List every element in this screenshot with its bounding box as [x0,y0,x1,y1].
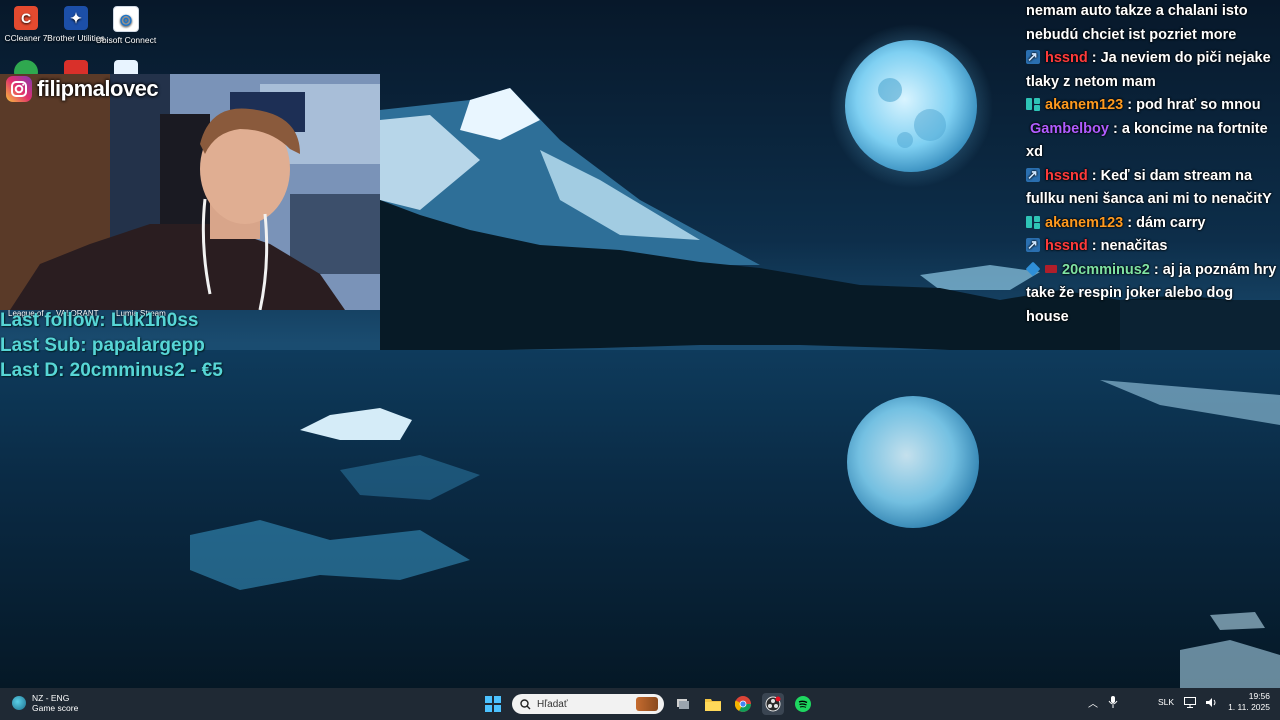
clock-date: 1. 11. 2025 [1228,702,1270,712]
chat-message: nemam auto takze a chalani isto nebudú c… [1024,0,1280,47]
chat-message: Gambelboy : a koncime na fortnite xd [1026,120,1268,161]
chat-message: hssnd : Ja neviem do piči nejake tlaky z… [1024,45,1280,94]
widget-icon [12,696,26,710]
prime-badge-icon [1026,163,1040,186]
clock[interactable]: 19:56 1. 11. 2025 [1228,691,1270,713]
gamepad-badge-icon [1026,97,1040,111]
widget-subtitle: Game score [32,703,79,713]
chat-message-text: nenačitas [1100,238,1168,254]
spotify-icon [795,696,811,712]
last-donation-label: Last D: 20cmminus2 - €5 [0,360,223,381]
chat-username: hssnd [1045,50,1088,66]
network-icon[interactable] [1184,696,1197,708]
widget-title: NZ - ENG [32,693,70,703]
chat-overlay: nemam auto takze a chalani isto nebudú c… [1024,0,1280,329]
volume-icon[interactable] [1206,697,1218,708]
spotify-button[interactable] [792,693,814,715]
chat-message: akanem123 : dám carry [1024,212,1280,236]
prime-badge-icon [1026,233,1040,257]
chat-message-text: nemam auto takze a chalani isto nebudú c… [1026,3,1248,43]
chat-username: Gambelboy [1030,120,1109,137]
task-view-button[interactable] [672,693,694,715]
chat-username: akanem123 [1045,97,1124,113]
chat-message: hssnd : nenačitas [1024,233,1280,259]
brother-utilities-icon: ✦ [64,6,88,30]
ubisoft-connect-icon: ◎ [113,6,139,32]
chat-username: 20cmminus2 [1062,261,1150,278]
obs-button[interactable] [762,693,784,715]
instagram-overlay: filipmalovec [6,76,159,102]
search-icon [520,698,531,709]
chat-message: 20cmminus2 : aj ja poznám hry take že re… [1025,261,1277,325]
chevron-up-icon[interactable]: ︿ [1088,695,1098,710]
chat-message-text: dám carry [1136,214,1206,231]
ccleaner-icon: C [14,6,38,30]
instagram-icon [6,76,32,102]
ribbon-badge-icon [1045,264,1057,273]
microphone-icon[interactable] [1108,696,1118,708]
widgets-button[interactable]: NZ - ENG Game score [12,693,78,713]
task-view-icon [677,699,689,709]
taskbar: NZ - ENG Game score Hľadať ︿ SLK 19:56 1… [0,688,1280,720]
gamepad-badge-icon [1026,215,1040,229]
chat-message: hssnd : Keď si dam stream na fullku neni… [1024,163,1280,212]
start-button[interactable] [482,693,504,715]
chat-message-text: pod hrať so mnou [1136,97,1261,113]
instagram-handle: filipmalovec [37,76,159,101]
last-follow-label: Last follow: Luk1n0ss [0,310,199,331]
chrome-icon [735,696,751,712]
last-sub-label: Last Sub: papalargepp [0,335,205,356]
stream-stats-overlay: Last follow: Luk1n0ss Last Sub: papalarg… [0,308,223,383]
chat-username: hssnd [1045,167,1088,184]
language-indicator[interactable]: SLK [1158,697,1174,707]
file-explorer-button[interactable] [702,693,724,715]
chrome-button[interactable] [732,693,754,715]
desktop-icon-ubisoft-connect[interactable]: ◎ Ubisoft Connect [94,6,158,45]
prime-badge-icon [1026,45,1040,69]
webcam-feed [0,74,380,310]
chat-username: akanem123 [1045,214,1124,231]
clock-time: 19:56 [1248,691,1270,701]
chat-username: hssnd [1045,238,1088,254]
search-placeholder: Hľadať [537,698,568,710]
search-highlight-icon [636,697,658,711]
cube-badge-icon [1025,261,1041,276]
system-tray: ︿ SLK 19:56 1. 11. 2025 [1088,691,1270,713]
obs-icon [765,696,781,712]
taskbar-search[interactable]: Hľadať [512,694,664,714]
folder-icon [705,699,721,711]
chat-message: akanem123 : pod hrať so mnou [1024,94,1280,118]
windows-logo-icon [485,696,501,712]
taskbar-apps: Hľadať [482,690,814,718]
